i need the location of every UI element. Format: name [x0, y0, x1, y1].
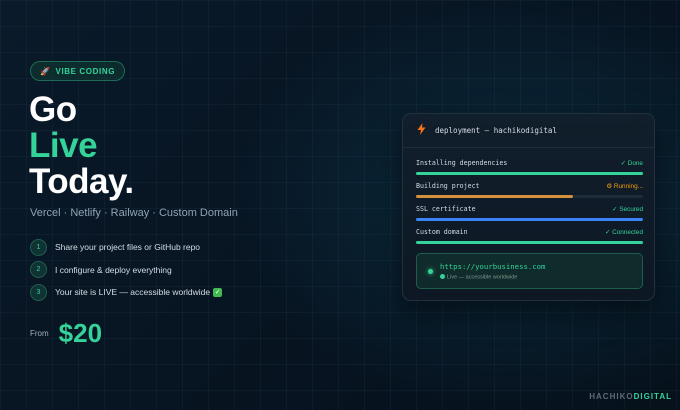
panel-title: deployment — hachikodigital — [435, 126, 557, 135]
headline-line-2: Live — [29, 126, 98, 165]
brand-logo: HACHIKODIGITAL — [589, 392, 672, 401]
live-url-link[interactable]: https://yourbusiness.com — [440, 262, 545, 271]
deploy-step-label: Installing dependencies — [416, 159, 508, 167]
step-text: I configure & deploy everything — [55, 264, 172, 275]
lightning-bolt-icon — [417, 123, 426, 138]
brand-part-2: DIGITAL — [633, 392, 672, 401]
price: From $20 — [30, 318, 102, 349]
deploy-step-label: Building project — [416, 182, 480, 190]
step-item: 1 Share your project files or GitHub rep… — [30, 236, 222, 258]
headline: Go Live Today. — [29, 92, 134, 200]
step-number: 1 — [30, 238, 47, 256]
price-from-label: From — [30, 329, 49, 338]
platforms-list: Vercel · Netlify · Railway · Custom Doma… — [30, 207, 238, 219]
steps-list: 1 Share your project files or GitHub rep… — [30, 236, 223, 304]
deploy-step-status: ⚙ Running... — [606, 183, 643, 190]
step-item: 3 Your site is LIVE — accessible worldwi… — [30, 281, 223, 303]
progress-track — [416, 195, 643, 198]
deploy-step-status: ✓ Connected — [604, 229, 643, 236]
headline-line-3: Today. — [29, 162, 134, 201]
brand-part-1: HACHIKO — [589, 392, 634, 401]
step-item: 2 I configure & deploy everything — [30, 259, 222, 281]
deploy-step-label: Custom domain — [416, 228, 468, 236]
deploy-step-row: SSL certificate ✓ Secured — [416, 205, 643, 228]
check-mark-icon: ✓ — [213, 287, 223, 297]
live-url-subtitle: Live — accessible worldwide — [440, 274, 517, 281]
step-text: Share your project files or GitHub repo — [55, 242, 201, 252]
progress-track — [416, 241, 643, 244]
progress-fill — [416, 218, 643, 221]
badge-label: VIBE CODING — [55, 66, 116, 76]
progress-fill — [416, 241, 643, 244]
deploy-step-label: SSL certificate — [416, 205, 476, 213]
panel-header: deployment — hachikodigital — [403, 114, 654, 148]
rocket-icon: 🚀 — [39, 66, 51, 76]
deployment-panel: deployment — hachikodigital Installing d… — [402, 113, 655, 301]
globe-icon — [440, 274, 445, 279]
progress-fill — [416, 195, 573, 198]
price-amount: $20 — [58, 318, 103, 348]
step-number: 3 — [30, 283, 47, 301]
deploy-step-row: Installing dependencies ✓ Done — [416, 159, 643, 182]
vibe-coding-badge: 🚀 VIBE CODING — [30, 61, 125, 81]
progress-track — [416, 218, 643, 221]
progress-track — [416, 172, 643, 175]
deploy-steps: Installing dependencies ✓ Done Building … — [416, 159, 643, 251]
live-status-dot-icon — [428, 269, 433, 274]
deploy-step-status: ✓ Done — [620, 160, 643, 167]
step-text: Your site is LIVE — accessible worldwide — [55, 287, 211, 297]
live-url-box: https://yourbusiness.com Live — accessib… — [416, 253, 643, 289]
headline-line-1: Go — [29, 90, 77, 129]
deploy-step-status: ✓ Secured — [612, 206, 643, 213]
progress-fill — [416, 172, 643, 175]
deploy-step-row: Building project ⚙ Running... — [416, 182, 643, 205]
step-number: 2 — [30, 261, 47, 278]
live-url-subtitle-text: Live — accessible worldwide — [447, 274, 518, 281]
deploy-step-row: Custom domain ✓ Connected — [416, 228, 643, 251]
